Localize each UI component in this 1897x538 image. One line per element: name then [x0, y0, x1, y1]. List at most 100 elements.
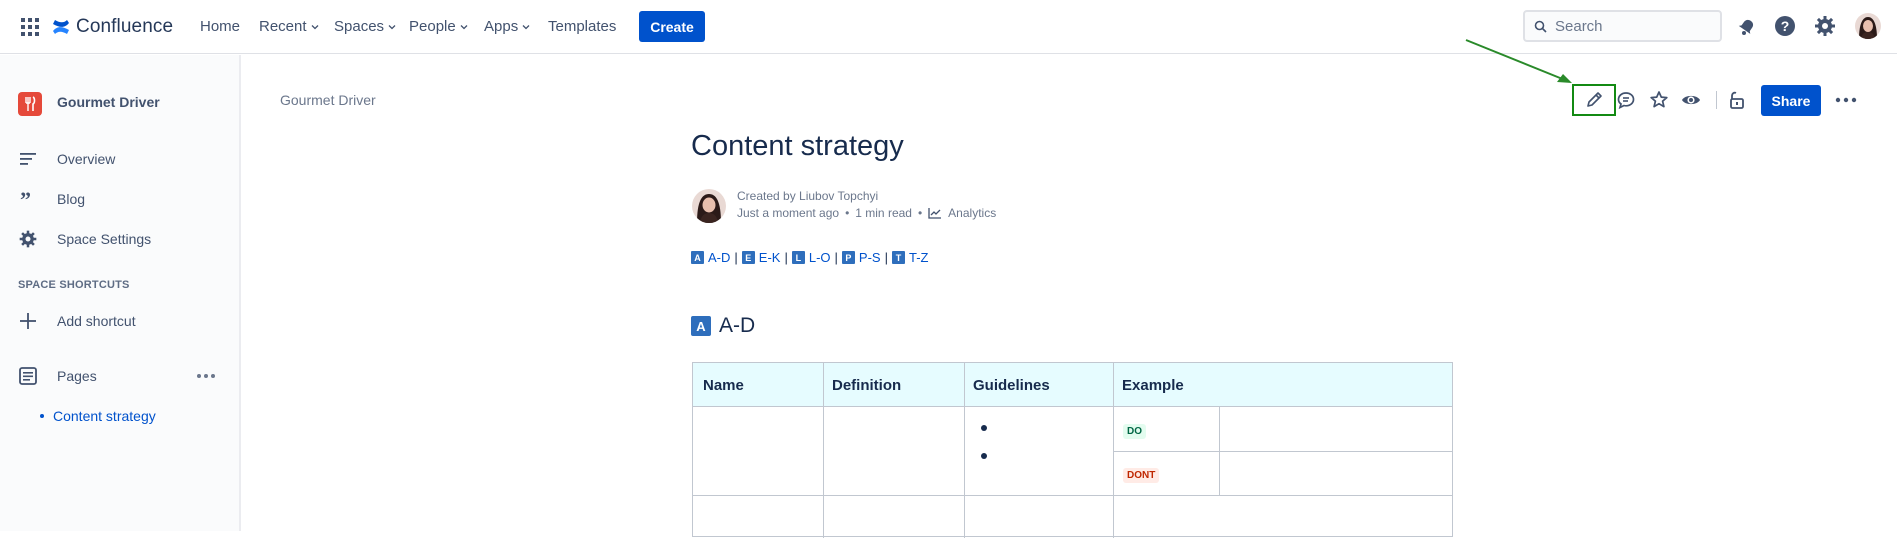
nav-label: Templates	[548, 18, 617, 35]
author-avatar[interactable]	[692, 189, 726, 223]
page-tree-label: Content strategy	[53, 408, 156, 424]
sidebar-item-label: Space Settings	[57, 231, 152, 247]
sidebar-item-label: Pages	[57, 368, 97, 384]
add-shortcut-label: Add shortcut	[57, 313, 136, 329]
do-lozenge: DO	[1123, 424, 1146, 439]
share-button[interactable]: Share	[1761, 85, 1821, 116]
more-icon[interactable]	[1834, 88, 1858, 112]
app-switcher-icon[interactable]	[21, 18, 39, 36]
byline-time: Just a moment ago	[737, 206, 840, 220]
divider: |	[784, 250, 788, 265]
toolbar-separator	[1716, 91, 1717, 109]
letter-badge: E	[741, 251, 755, 264]
column-header-guidelines: Guidelines	[973, 377, 1050, 394]
nav-apps[interactable]: Apps	[484, 15, 531, 39]
created-by[interactable]: Created by Liubov Topchyi	[737, 189, 878, 203]
byline-read-time: 1 min read	[855, 206, 912, 220]
section-title: A-D	[719, 314, 756, 337]
nav-home[interactable]: Home	[200, 15, 240, 39]
quote-icon: ”	[20, 191, 31, 207]
plus-icon	[20, 313, 36, 329]
letter-link-l-o[interactable]: L-O	[809, 250, 831, 265]
row-divider	[693, 495, 1452, 496]
section-badge: A	[691, 316, 711, 336]
sidebar-item-pages[interactable]: Pages	[18, 365, 188, 387]
letter-badge: P	[841, 251, 855, 264]
nav-people[interactable]: People	[409, 15, 469, 39]
pages-more-icon[interactable]	[196, 373, 216, 379]
analytics-icon	[928, 208, 942, 219]
chevron-down-icon	[522, 25, 530, 30]
sidebar-item-blog[interactable]: ” Blog	[18, 188, 218, 210]
chevron-down-icon	[311, 25, 318, 30]
section-heading: A A-D	[691, 314, 755, 338]
comment-icon[interactable]	[1614, 88, 1638, 112]
sidebar-item-label: Overview	[57, 151, 116, 167]
sidebar-item-label: Blog	[57, 191, 86, 207]
row-divider	[1113, 451, 1452, 452]
edit-icon[interactable]	[1582, 88, 1606, 112]
letter-link-t-z[interactable]: T-Z	[909, 250, 929, 265]
letter-badge: A	[691, 251, 704, 264]
search-placeholder: Search	[1555, 17, 1603, 35]
create-button[interactable]: Create	[639, 11, 705, 42]
nav-label: Spaces	[334, 18, 385, 35]
letter-navigation: A A-D | E E-K | L L-O | P P-S | T T-Z	[691, 250, 928, 265]
column-header-definition: Definition	[832, 377, 902, 394]
help-icon[interactable]: ?	[1773, 14, 1797, 38]
app-name: Confluence	[76, 16, 174, 37]
watch-icon[interactable]	[1679, 88, 1703, 112]
pages-icon	[19, 367, 37, 385]
byline-meta: Just a moment ago • 1 min read • Analyti…	[737, 206, 996, 220]
sidebar-item-space-settings[interactable]: Space Settings	[18, 228, 218, 250]
confluence-logo-icon	[52, 18, 70, 36]
byline-separator: •	[845, 206, 850, 220]
nav-spaces[interactable]: Spaces	[334, 15, 397, 39]
bullet-point	[981, 425, 987, 431]
space-logo[interactable]	[18, 92, 42, 116]
space-name[interactable]: Gourmet Driver	[57, 94, 160, 110]
letter-link-p-s[interactable]: P-S	[859, 250, 881, 265]
top-navigation-bar: Confluence Home Recent Spaces People App…	[0, 0, 1897, 54]
space-shortcuts-heading: SPACE SHORTCUTS	[18, 279, 130, 291]
letter-badge: L	[791, 251, 805, 264]
chevron-down-icon	[460, 25, 468, 30]
column-header-name: Name	[703, 377, 744, 394]
letter-link-e-k[interactable]: E-K	[759, 250, 781, 265]
search-icon	[1534, 20, 1547, 33]
divider: |	[834, 250, 838, 265]
tree-bullet	[40, 414, 44, 418]
column-header-example: Example	[1122, 377, 1184, 394]
chevron-down-icon	[388, 25, 396, 30]
column-divider	[823, 363, 824, 538]
nav-label: Home	[200, 18, 241, 35]
space-sidebar: Gourmet Driver Overview ” Blog Space Set…	[0, 55, 241, 531]
nav-recent[interactable]: Recent	[259, 15, 320, 39]
user-avatar[interactable]	[1855, 13, 1881, 39]
sidebar-item-overview[interactable]: Overview	[18, 148, 218, 170]
settings-icon[interactable]	[1813, 14, 1837, 38]
divider: |	[734, 250, 738, 265]
breadcrumb[interactable]: Gourmet Driver	[280, 92, 376, 108]
glossary-table: Name Definition Guidelines Example DO DO…	[692, 362, 1453, 538]
confluence-logo[interactable]: Confluence	[52, 14, 173, 40]
svg-text:”: ”	[20, 191, 31, 207]
page-tree-item-content-strategy[interactable]: Content strategy	[40, 408, 156, 424]
restrictions-icon[interactable]	[1724, 88, 1748, 112]
overview-icon	[20, 153, 36, 165]
notifications-icon[interactable]	[1734, 14, 1758, 38]
nav-label: Recent	[259, 18, 307, 35]
divider: |	[884, 250, 888, 265]
byline-separator: •	[917, 206, 923, 220]
nav-templates[interactable]: Templates	[548, 15, 616, 39]
star-icon[interactable]	[1647, 88, 1671, 112]
letter-link-a-d[interactable]: A-D	[708, 250, 730, 265]
column-divider	[964, 363, 965, 538]
letter-badge: T	[891, 251, 905, 264]
gear-icon	[19, 230, 37, 248]
nav-label: People	[409, 18, 456, 35]
page-title: Content strategy	[691, 130, 904, 162]
add-shortcut-button[interactable]: Add shortcut	[18, 310, 218, 332]
nav-label: Apps	[484, 18, 519, 35]
analytics-link[interactable]: Analytics	[948, 206, 996, 220]
